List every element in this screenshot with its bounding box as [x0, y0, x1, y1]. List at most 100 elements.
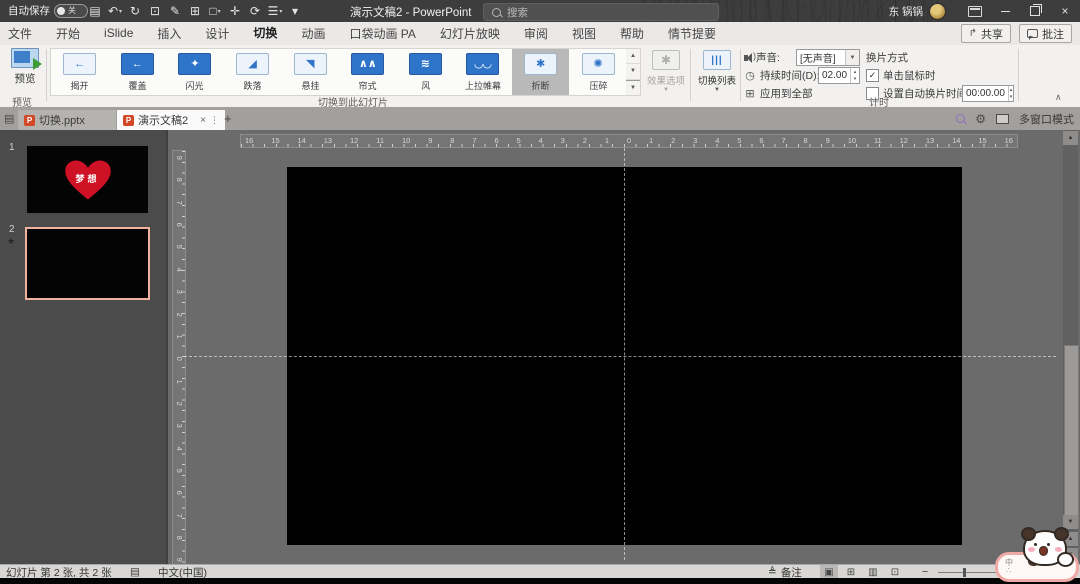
- transition-fall-over[interactable]: ◢跌落: [224, 49, 282, 95]
- transition-prestige[interactable]: ◡◡上拉帷幕: [454, 49, 512, 95]
- tab-search-icon[interactable]: [956, 114, 965, 123]
- sound-select[interactable]: [无声音] ▼: [796, 49, 860, 66]
- comments-button[interactable]: 批注: [1019, 24, 1072, 43]
- transition-drape[interactable]: ◥悬挂: [281, 49, 339, 95]
- ribbon-tab-设计[interactable]: 设计: [205, 22, 229, 46]
- ruler-number: 6: [175, 491, 183, 495]
- autosave-toggle[interactable]: 自动保存 关: [8, 3, 88, 18]
- new-tab-button[interactable]: +: [224, 111, 232, 126]
- ribbon-tab-情节提要[interactable]: 情节提要: [668, 22, 716, 46]
- ribbon-tab-幻灯片放映[interactable]: 幻灯片放映: [440, 22, 500, 46]
- panda-sticker[interactable]: 中 ∴: [995, 530, 1080, 584]
- minimize-button[interactable]: [990, 0, 1020, 22]
- transition-wind[interactable]: ≋风: [397, 49, 455, 95]
- normal-view-icon[interactable]: ▣: [820, 565, 838, 579]
- slide-2-thumbnail[interactable]: [27, 229, 148, 298]
- user-name[interactable]: 东 锅锅: [889, 4, 923, 19]
- reset-slide-icon[interactable]: ⟳: [246, 2, 264, 20]
- transition-crush[interactable]: ✺压碎: [569, 49, 627, 95]
- outline-icon[interactable]: ☰▾: [266, 2, 284, 20]
- ribbon-tab-插入[interactable]: 插入: [157, 22, 181, 46]
- new-slide-icon[interactable]: ⊞: [186, 2, 204, 20]
- ruler-number: 12: [350, 137, 358, 145]
- ribbon-tab-帮助[interactable]: 帮助: [620, 22, 644, 46]
- zoom-out-icon[interactable]: −: [922, 565, 928, 579]
- transition-curtains[interactable]: ∧∧帘式: [339, 49, 397, 95]
- horizontal-ruler[interactable]: 1615141312111098765432101234567891011121…: [240, 134, 1018, 148]
- tab-list-icon[interactable]: ▤: [4, 112, 14, 125]
- ribbon-tab-审阅[interactable]: 审阅: [524, 22, 548, 46]
- collapse-ribbon-icon[interactable]: ∧: [1055, 92, 1062, 103]
- ribbon-tab-文件[interactable]: 文件: [8, 22, 32, 46]
- scroll-up-icon[interactable]: ▲: [1063, 131, 1078, 145]
- vertical-scrollbar[interactable]: ▲ ▼ ▲ ▼: [1063, 130, 1078, 564]
- transition-flash[interactable]: ✦闪光: [166, 49, 224, 95]
- start-slideshow-icon[interactable]: ⊡: [146, 2, 164, 20]
- vertical-ruler[interactable]: 9876543210123456789: [172, 150, 186, 568]
- avatar[interactable]: [929, 3, 946, 20]
- scroll-down-icon[interactable]: ▼: [1063, 515, 1078, 529]
- transition-cover[interactable]: ←覆盖: [109, 49, 167, 95]
- ribbon-display-options-button[interactable]: [960, 0, 990, 22]
- format-painter-icon[interactable]: ✎: [166, 2, 184, 20]
- dropdown-caret-icon: ▼: [714, 89, 720, 92]
- preview-button[interactable]: 预览: [6, 48, 44, 92]
- document-tab-inactive[interactable]: P 切换.pptx: [18, 110, 116, 130]
- share-button[interactable]: ↱ 共享: [961, 24, 1011, 43]
- slideshow-view-icon[interactable]: ⊡: [886, 565, 904, 579]
- ruler-number: 3: [693, 137, 697, 145]
- undo-icon[interactable]: ↶▾: [106, 2, 124, 20]
- qat-more-icon[interactable]: ▾: [286, 2, 304, 20]
- panda-eye: [1034, 543, 1037, 546]
- language-indicator[interactable]: 中文(中国): [158, 565, 207, 579]
- gallery-scroll-down-icon[interactable]: ▼: [626, 64, 640, 79]
- ruler-number: 11: [874, 137, 882, 145]
- scrollbar-thumb[interactable]: [1064, 345, 1079, 527]
- shapes-icon[interactable]: □▾: [206, 2, 224, 20]
- ribbon-tab-iSlide[interactable]: iSlide: [104, 23, 133, 44]
- gallery-more-icon[interactable]: ▼: [626, 80, 640, 95]
- horizontal-guide[interactable]: [184, 356, 1056, 357]
- duration-spinner[interactable]: 02.00 ▴▾: [818, 67, 860, 84]
- curtains-icon: ∧∧: [351, 53, 384, 75]
- slide-status[interactable]: 幻灯片 第 2 张, 共 2 张: [6, 565, 112, 579]
- autosave-switch[interactable]: 关: [54, 4, 88, 18]
- ruler-number: 9: [175, 156, 183, 160]
- tab-menu-icon[interactable]: ⋮: [210, 115, 219, 126]
- ribbon-tab-视图[interactable]: 视图: [572, 22, 596, 46]
- on-click-checkbox[interactable]: ✓: [866, 69, 879, 82]
- gallery-scroll-up-icon[interactable]: ▲: [626, 49, 640, 64]
- multi-window-label[interactable]: 多窗口模式: [1019, 111, 1074, 127]
- insert-placeholder-icon[interactable]: ✛: [226, 2, 244, 20]
- save-icon[interactable]: ▤: [86, 2, 104, 20]
- tab-close-icon[interactable]: ×: [200, 115, 206, 126]
- tab-label: 切换.pptx: [39, 112, 85, 128]
- close-button[interactable]: ×: [1050, 0, 1080, 22]
- dropdown-caret-icon[interactable]: ▼: [845, 50, 859, 65]
- ribbon-tab-动画[interactable]: 动画: [301, 22, 325, 46]
- on-mouse-click-option[interactable]: ✓ 单击鼠标时: [866, 68, 936, 83]
- ribbon-tab-开始[interactable]: 开始: [56, 22, 80, 46]
- document-tab-active[interactable]: P 演示文稿2 × ⋮: [117, 110, 225, 130]
- zoom-slider-thumb[interactable]: [963, 568, 966, 577]
- restore-button[interactable]: [1020, 0, 1050, 22]
- transition-uncover[interactable]: ←揭开: [51, 49, 109, 95]
- spellcheck-icon[interactable]: ▤: [130, 565, 140, 579]
- slide-1-thumbnail[interactable]: 梦想: [27, 146, 148, 213]
- vertical-guide[interactable]: [624, 148, 625, 560]
- reading-view-icon[interactable]: ▥: [864, 565, 882, 579]
- ribbon-tab-口袋动画 PA[interactable]: 口袋动画 PA: [349, 22, 415, 46]
- slide-sorter-view-icon[interactable]: ⊞: [842, 565, 860, 579]
- redo-icon[interactable]: ↻: [126, 2, 144, 20]
- spinner-arrows[interactable]: ▴▾: [850, 68, 859, 83]
- group-divider: [690, 49, 691, 101]
- transition-fracture[interactable]: ✱折断: [512, 49, 570, 95]
- search-input[interactable]: 搜索: [483, 3, 719, 21]
- notes-button[interactable]: ≜ 备注: [768, 565, 802, 579]
- tab-settings-icon[interactable]: ⚙: [975, 112, 986, 126]
- ruler-number: 11: [376, 137, 384, 145]
- multi-window-icon[interactable]: [996, 114, 1009, 124]
- transition-list-button[interactable]: ||| 切换列表 ▼: [694, 48, 740, 98]
- ribbon-tab-切换[interactable]: 切换: [253, 21, 277, 47]
- minimize-icon: [1001, 11, 1010, 12]
